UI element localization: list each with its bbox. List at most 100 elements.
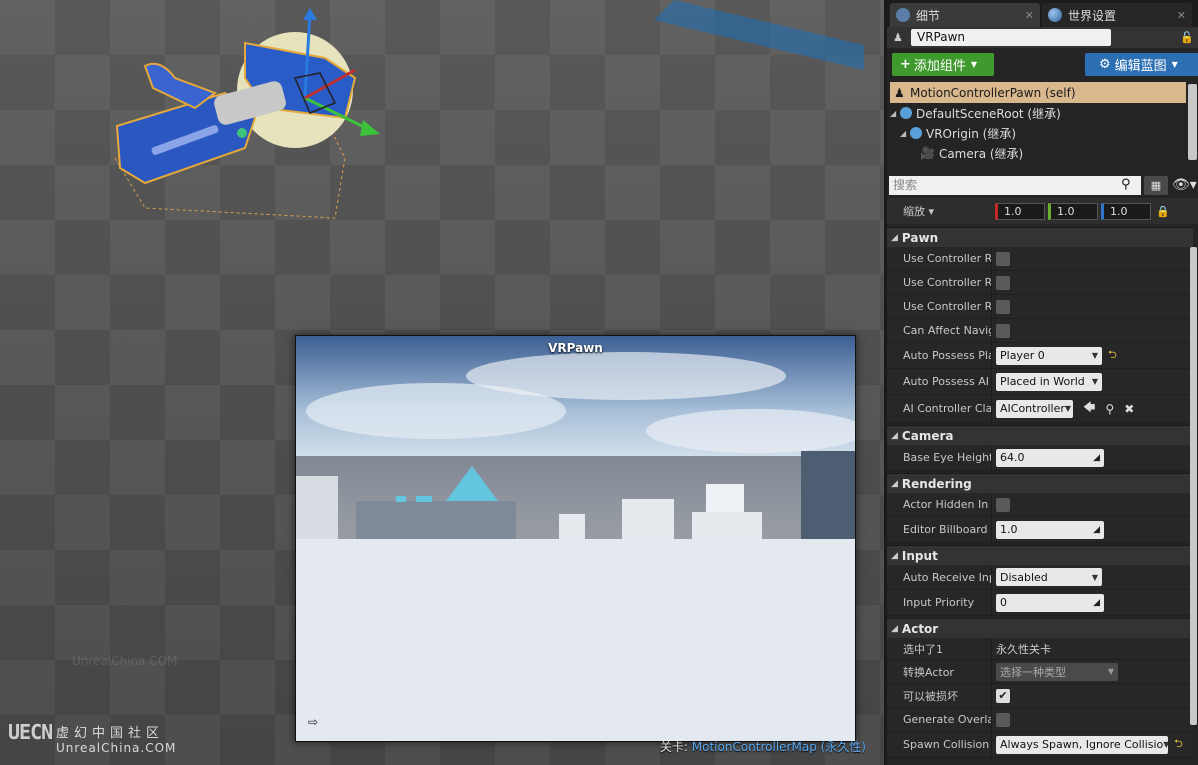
floor-decal xyxy=(654,0,864,70)
editor-billboard-scale-field[interactable]: 1.0 ◢ xyxy=(996,520,1104,539)
prop-row: Generate Overlap xyxy=(887,708,1193,732)
vr-pawn-mesh[interactable] xyxy=(105,8,395,228)
category-rendering[interactable]: ◢ Rendering xyxy=(887,473,1193,493)
prop-label: Auto Possess Pla xyxy=(903,349,991,362)
expand-arrow-icon[interactable]: ◢ xyxy=(900,129,910,138)
world-icon xyxy=(1048,8,1062,22)
property-matrix-button[interactable]: ▦ xyxy=(1144,175,1168,195)
pawn-icon: ♟ xyxy=(893,30,903,44)
scale-x-field[interactable]: 1.0 xyxy=(995,202,1045,220)
tree-scrollbar[interactable] xyxy=(1188,84,1197,160)
prop-row: Base Eye Height 64.0 ◢ xyxy=(887,445,1193,471)
scene-component-icon xyxy=(910,127,922,139)
arrow-left-icon[interactable]: 🡄 xyxy=(1083,398,1095,419)
category-pawn[interactable]: ◢ Pawn xyxy=(887,227,1193,247)
lock-icon[interactable]: 🔒 xyxy=(1156,205,1170,218)
category-title: Actor xyxy=(901,621,939,636)
collapse-icon: ◢ xyxy=(891,550,898,561)
search-icon: ⚲ xyxy=(1121,177,1131,192)
checkbox[interactable] xyxy=(996,299,1010,314)
prop-row: Use Controller Ro xyxy=(887,295,1193,319)
expand-arrow-icon[interactable]: ◢ xyxy=(890,109,900,118)
collapse-icon: ◢ xyxy=(891,478,898,489)
tab-details[interactable]: 细节 ✕ xyxy=(890,3,1040,27)
reset-to-default-icon[interactable]: ⮌ xyxy=(1174,735,1183,754)
chevron-down-icon: ▼ xyxy=(1171,60,1178,69)
auto-receive-input-dropdown[interactable]: Disabled ▼ xyxy=(996,568,1102,586)
camera-icon: 🎥 xyxy=(920,146,935,160)
tree-item-default-scene-root[interactable]: ◢ DefaultSceneRoot (继承) xyxy=(890,103,1186,123)
component-tree: ♟ MotionControllerPawn (self) ◢ DefaultS… xyxy=(890,82,1186,168)
auto-possess-player-dropdown[interactable]: Player 0 ▼ xyxy=(996,346,1102,365)
preview-title: VRPawn xyxy=(548,341,603,355)
details-search-input[interactable] xyxy=(889,175,1141,195)
lock-icon[interactable]: 🔓 xyxy=(1180,31,1194,44)
properties-list: ◢ Pawn Use Controller Ro Use Controller R… xyxy=(887,227,1193,758)
actor-name-field[interactable]: VRPawn xyxy=(911,29,1111,46)
chevron-down-icon: ▼ xyxy=(1064,404,1072,413)
level-name-link[interactable]: MotionControllerMap (永久性) xyxy=(692,740,866,754)
spawn-collision-dropdown[interactable]: Always Spawn, Ignore Collisio ▼ xyxy=(996,735,1168,754)
level-viewport[interactable]: VRPawn ⇨ UnrealChina.COM UECN 虚幻中国社区 Unr… xyxy=(0,0,884,765)
chevron-down-icon: ▼ xyxy=(1091,351,1098,360)
checkbox[interactable] xyxy=(996,497,1010,512)
prop-label: Use Controller Ro xyxy=(903,300,991,313)
prop-label: AI Controller Clas xyxy=(903,402,991,415)
watermark-cn-text: 虚幻中国社区 xyxy=(56,726,165,741)
category-camera[interactable]: ◢ Camera xyxy=(887,425,1193,445)
close-icon[interactable]: ✕ xyxy=(1025,9,1034,22)
base-eye-height-field[interactable]: 64.0 ◢ xyxy=(996,448,1104,467)
watermark-logo: UECN xyxy=(8,720,53,744)
prop-label: 可以被损坏 xyxy=(903,689,958,703)
tab-world-settings[interactable]: 世界设置 ✕ xyxy=(1042,3,1192,27)
camera-preview-icon: ⇨ xyxy=(308,715,319,729)
current-level: 关卡: MotionControllerMap (永久性) xyxy=(660,738,866,755)
properties-scrollbar[interactable] xyxy=(1190,247,1197,725)
details-icon xyxy=(896,8,910,22)
prop-label: Base Eye Height xyxy=(903,451,991,464)
prop-label: 转换Actor xyxy=(903,665,954,679)
pawn-icon: ♟ xyxy=(894,85,905,100)
collapse-icon: ◢ xyxy=(891,430,898,441)
input-priority-field[interactable]: 0 ◢ xyxy=(996,593,1104,612)
prop-row: Auto Possess AI Placed in World ▼ xyxy=(887,369,1193,395)
chevron-down-icon: ▼ xyxy=(1091,377,1098,386)
prop-row: Editor Billboard S 1.0 ◢ xyxy=(887,517,1193,543)
eye-icon[interactable]: 👁▾ xyxy=(1172,177,1197,193)
tree-item-camera[interactable]: 🎥 Camera (继承) xyxy=(890,143,1186,163)
checkbox[interactable] xyxy=(996,275,1010,290)
clear-icon[interactable]: ✖ xyxy=(1124,402,1134,416)
close-icon[interactable]: ✕ xyxy=(1177,9,1186,22)
actor-name-row: ♟ VRPawn 🔓 xyxy=(887,27,1198,48)
checkbox[interactable] xyxy=(996,251,1010,266)
category-title: Pawn xyxy=(901,230,939,245)
panel-tabs: 细节 ✕ 世界设置 ✕ xyxy=(887,0,1198,27)
checkbox[interactable] xyxy=(996,712,1010,727)
add-component-button[interactable]: + 添加组件 ▼ xyxy=(892,53,994,76)
scale-z-field[interactable]: 1.0 xyxy=(1101,202,1151,220)
selected-level-text: 永久性关卡 xyxy=(996,642,1051,656)
convert-actor-dropdown[interactable]: 选择一种类型 ▼ xyxy=(996,662,1118,681)
drag-handle-icon: ◢ xyxy=(1093,452,1100,463)
prop-label: Actor Hidden In G xyxy=(903,498,991,511)
scale-y-field[interactable]: 1.0 xyxy=(1048,202,1098,220)
auto-possess-ai-dropdown[interactable]: Placed in World ▼ xyxy=(996,372,1102,391)
ai-controller-class-dropdown[interactable]: AIController ▼ xyxy=(996,399,1073,418)
tree-item-vr-origin[interactable]: ◢ VROrigin (继承) xyxy=(890,123,1186,143)
browse-search-icon[interactable]: ⚲ xyxy=(1105,402,1114,416)
collapse-icon: ◢ xyxy=(891,623,898,634)
checkbox[interactable] xyxy=(996,323,1010,338)
category-input[interactable]: ◢ Input xyxy=(887,545,1193,565)
reset-to-default-icon[interactable]: ⮌ xyxy=(1108,346,1117,365)
edit-blueprint-button[interactable]: ⚙ 编辑蓝图 ▼ xyxy=(1085,53,1198,76)
tree-item-self[interactable]: ♟ MotionControllerPawn (self) xyxy=(890,82,1186,103)
chevron-down-icon: ▼ xyxy=(970,60,978,69)
checkbox-checked[interactable]: ✔ xyxy=(996,688,1010,703)
tree-item-label: MotionControllerPawn (self) xyxy=(910,85,1076,100)
prop-label: Use Controller Ro xyxy=(903,276,991,289)
category-actor[interactable]: ◢ Actor xyxy=(887,618,1193,638)
category-title: Camera xyxy=(901,428,954,443)
scale-label[interactable]: 缩放 ▾ xyxy=(887,203,995,219)
scene-component-icon xyxy=(900,107,912,119)
prop-label: Generate Overlap xyxy=(903,713,991,726)
